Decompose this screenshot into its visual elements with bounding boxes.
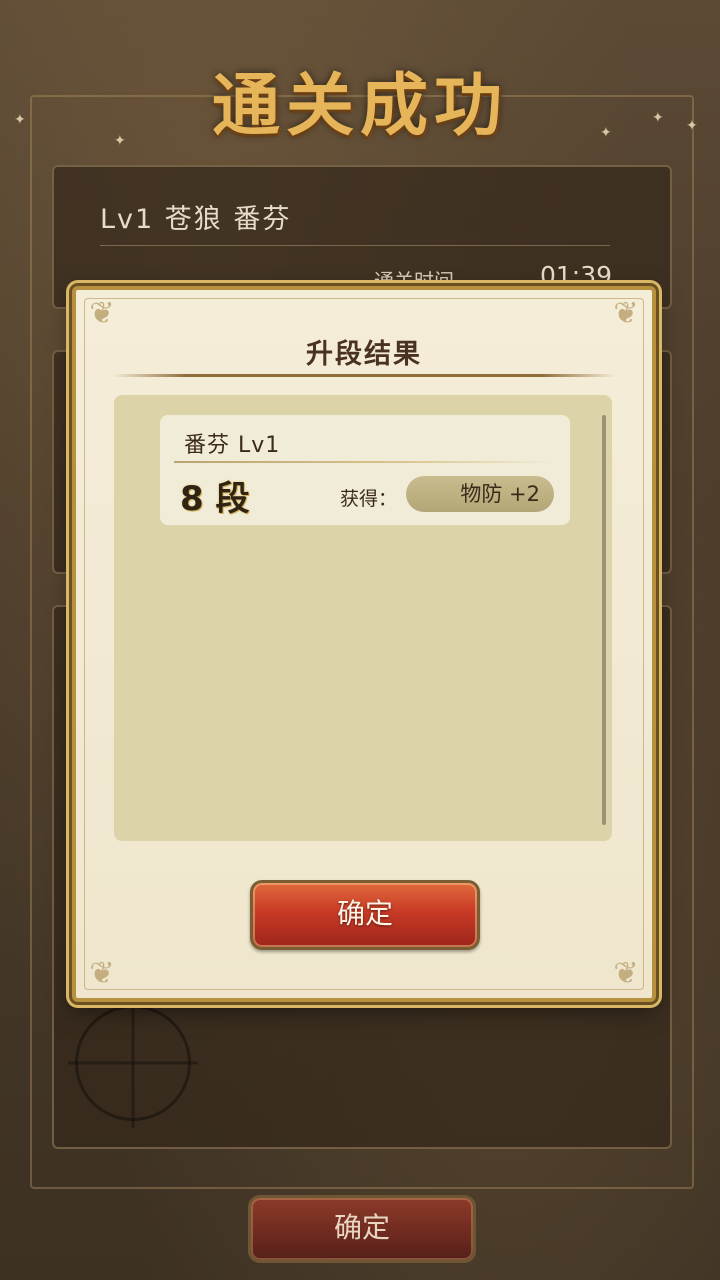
divider — [100, 245, 610, 246]
compass-icon — [75, 1005, 191, 1121]
result-card: 番芬 Lv1 8 段 获得： 物防 +2 — [160, 415, 570, 525]
gain-label: 获得： — [340, 488, 398, 510]
gain-value-badge: 物防 +2 — [406, 476, 554, 512]
victory-title: 通关成功 — [211, 67, 508, 146]
scrollbar[interactable] — [602, 415, 606, 825]
corner-ornament-icon: ❦ — [613, 296, 639, 331]
sparkle-icon: ✦ — [686, 118, 698, 134]
sparkle-icon: ✦ — [14, 112, 26, 128]
corner-ornament-icon: ❦ — [89, 956, 115, 991]
title-divider — [112, 374, 616, 377]
sparkle-icon: ✦ — [600, 125, 612, 141]
rank-value: 8 段 — [180, 479, 250, 519]
sparkle-icon: ✦ — [652, 110, 664, 126]
corner-ornament-icon: ❦ — [613, 956, 639, 991]
rank-up-dialog: ❦ ❦ ❦ ❦ 升段结果 番芬 Lv1 8 段 获得： 物防 +2 确定 — [72, 286, 656, 1002]
sparkle-icon: ✦ — [114, 133, 126, 149]
dialog-title: 升段结果 — [306, 339, 422, 370]
card-divider — [174, 461, 556, 463]
result-list[interactable]: 番芬 Lv1 8 段 获得： 物防 +2 — [114, 395, 612, 841]
character-name-level: 番芬 Lv1 — [184, 433, 281, 458]
corner-ornament-icon: ❦ — [89, 296, 115, 331]
confirm-button[interactable]: 确定 — [250, 880, 480, 950]
stage-level-label: Lv1 苍狼 番芬 — [100, 204, 292, 235]
bottom-confirm-button[interactable]: 确定 — [248, 1195, 476, 1263]
